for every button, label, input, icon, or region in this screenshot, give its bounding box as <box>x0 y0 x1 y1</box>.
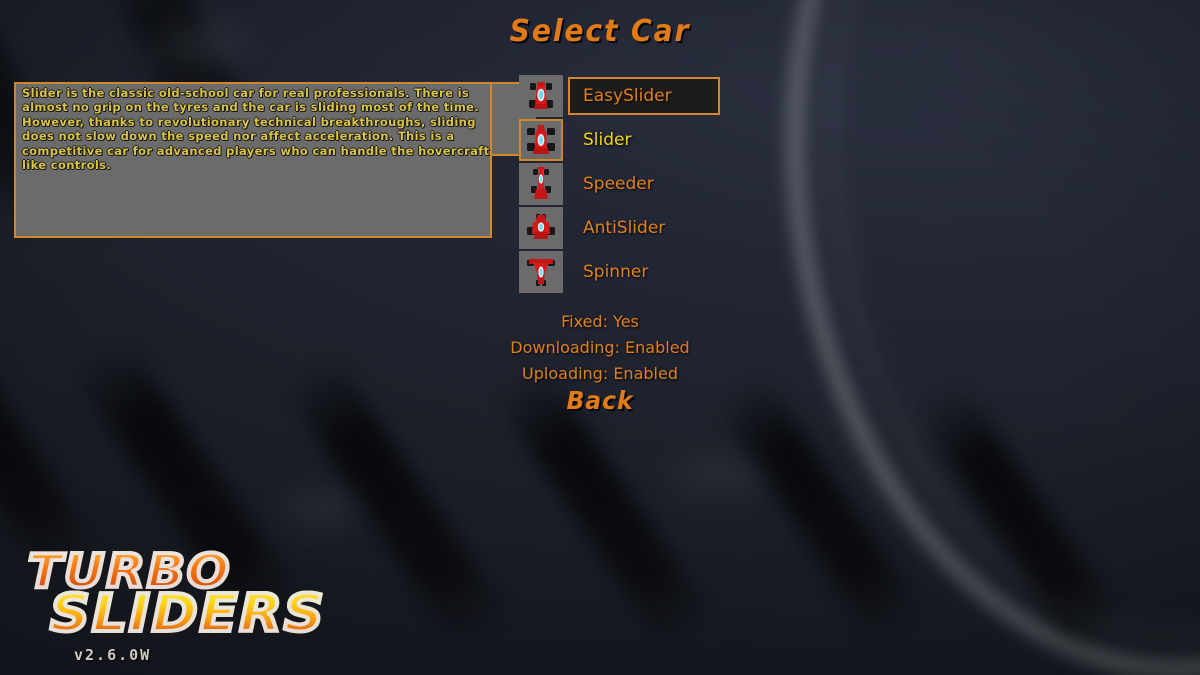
car-sprite <box>531 167 551 199</box>
car-list-item-spinner[interactable]: Spinner <box>519 250 672 294</box>
car-list-item-easyslider[interactable]: EasySlider <box>519 74 720 118</box>
car-icon-easyslider[interactable] <box>519 75 563 117</box>
car-list-item-antislider[interactable]: AntiSlider <box>519 206 672 250</box>
car-list-item-slider[interactable]: Slider <box>519 118 672 162</box>
car-list: EasySlider Slider Speeder AntiSlider Spi… <box>519 74 720 294</box>
car-name-label: Speeder <box>583 174 654 194</box>
car-sprite <box>529 82 553 109</box>
setting-uploading[interactable]: Uploading: Enabled <box>0 361 1200 387</box>
setting-fixed[interactable]: Fixed: Yes <box>0 309 1200 335</box>
description-text: Slider is the classic old-school car for… <box>22 86 490 173</box>
car-sprite <box>527 259 555 286</box>
car-name-label: EasySlider <box>583 86 672 106</box>
car-icon-speeder[interactable] <box>519 163 563 205</box>
logo-text-sliders: SLIDERS <box>48 584 326 644</box>
car-name-label: Spinner <box>583 262 649 282</box>
car-icon-antislider[interactable] <box>519 207 563 249</box>
page-title: Select Car <box>509 14 691 49</box>
car-sprite <box>527 125 555 154</box>
back-button[interactable]: Back <box>36 386 1164 415</box>
logo-line-sliders: SLIDERS <box>28 586 326 642</box>
game-logo: TURBO SLIDERS v2.6.0W <box>26 546 326 664</box>
description-box: Slider is the classic old-school car for… <box>14 82 492 238</box>
settings-list: Fixed: Yes Downloading: Enabled Uploadin… <box>0 309 1200 387</box>
car-list-item-speeder[interactable]: Speeder <box>519 162 672 206</box>
car-sprite <box>527 214 555 239</box>
car-name-label: Slider <box>583 130 632 150</box>
car-name-label: AntiSlider <box>583 218 666 238</box>
car-icon-slider[interactable] <box>519 119 563 161</box>
setting-downloading[interactable]: Downloading: Enabled <box>0 335 1200 361</box>
version-label: v2.6.0W <box>74 646 152 664</box>
car-icon-spinner[interactable] <box>519 251 563 293</box>
